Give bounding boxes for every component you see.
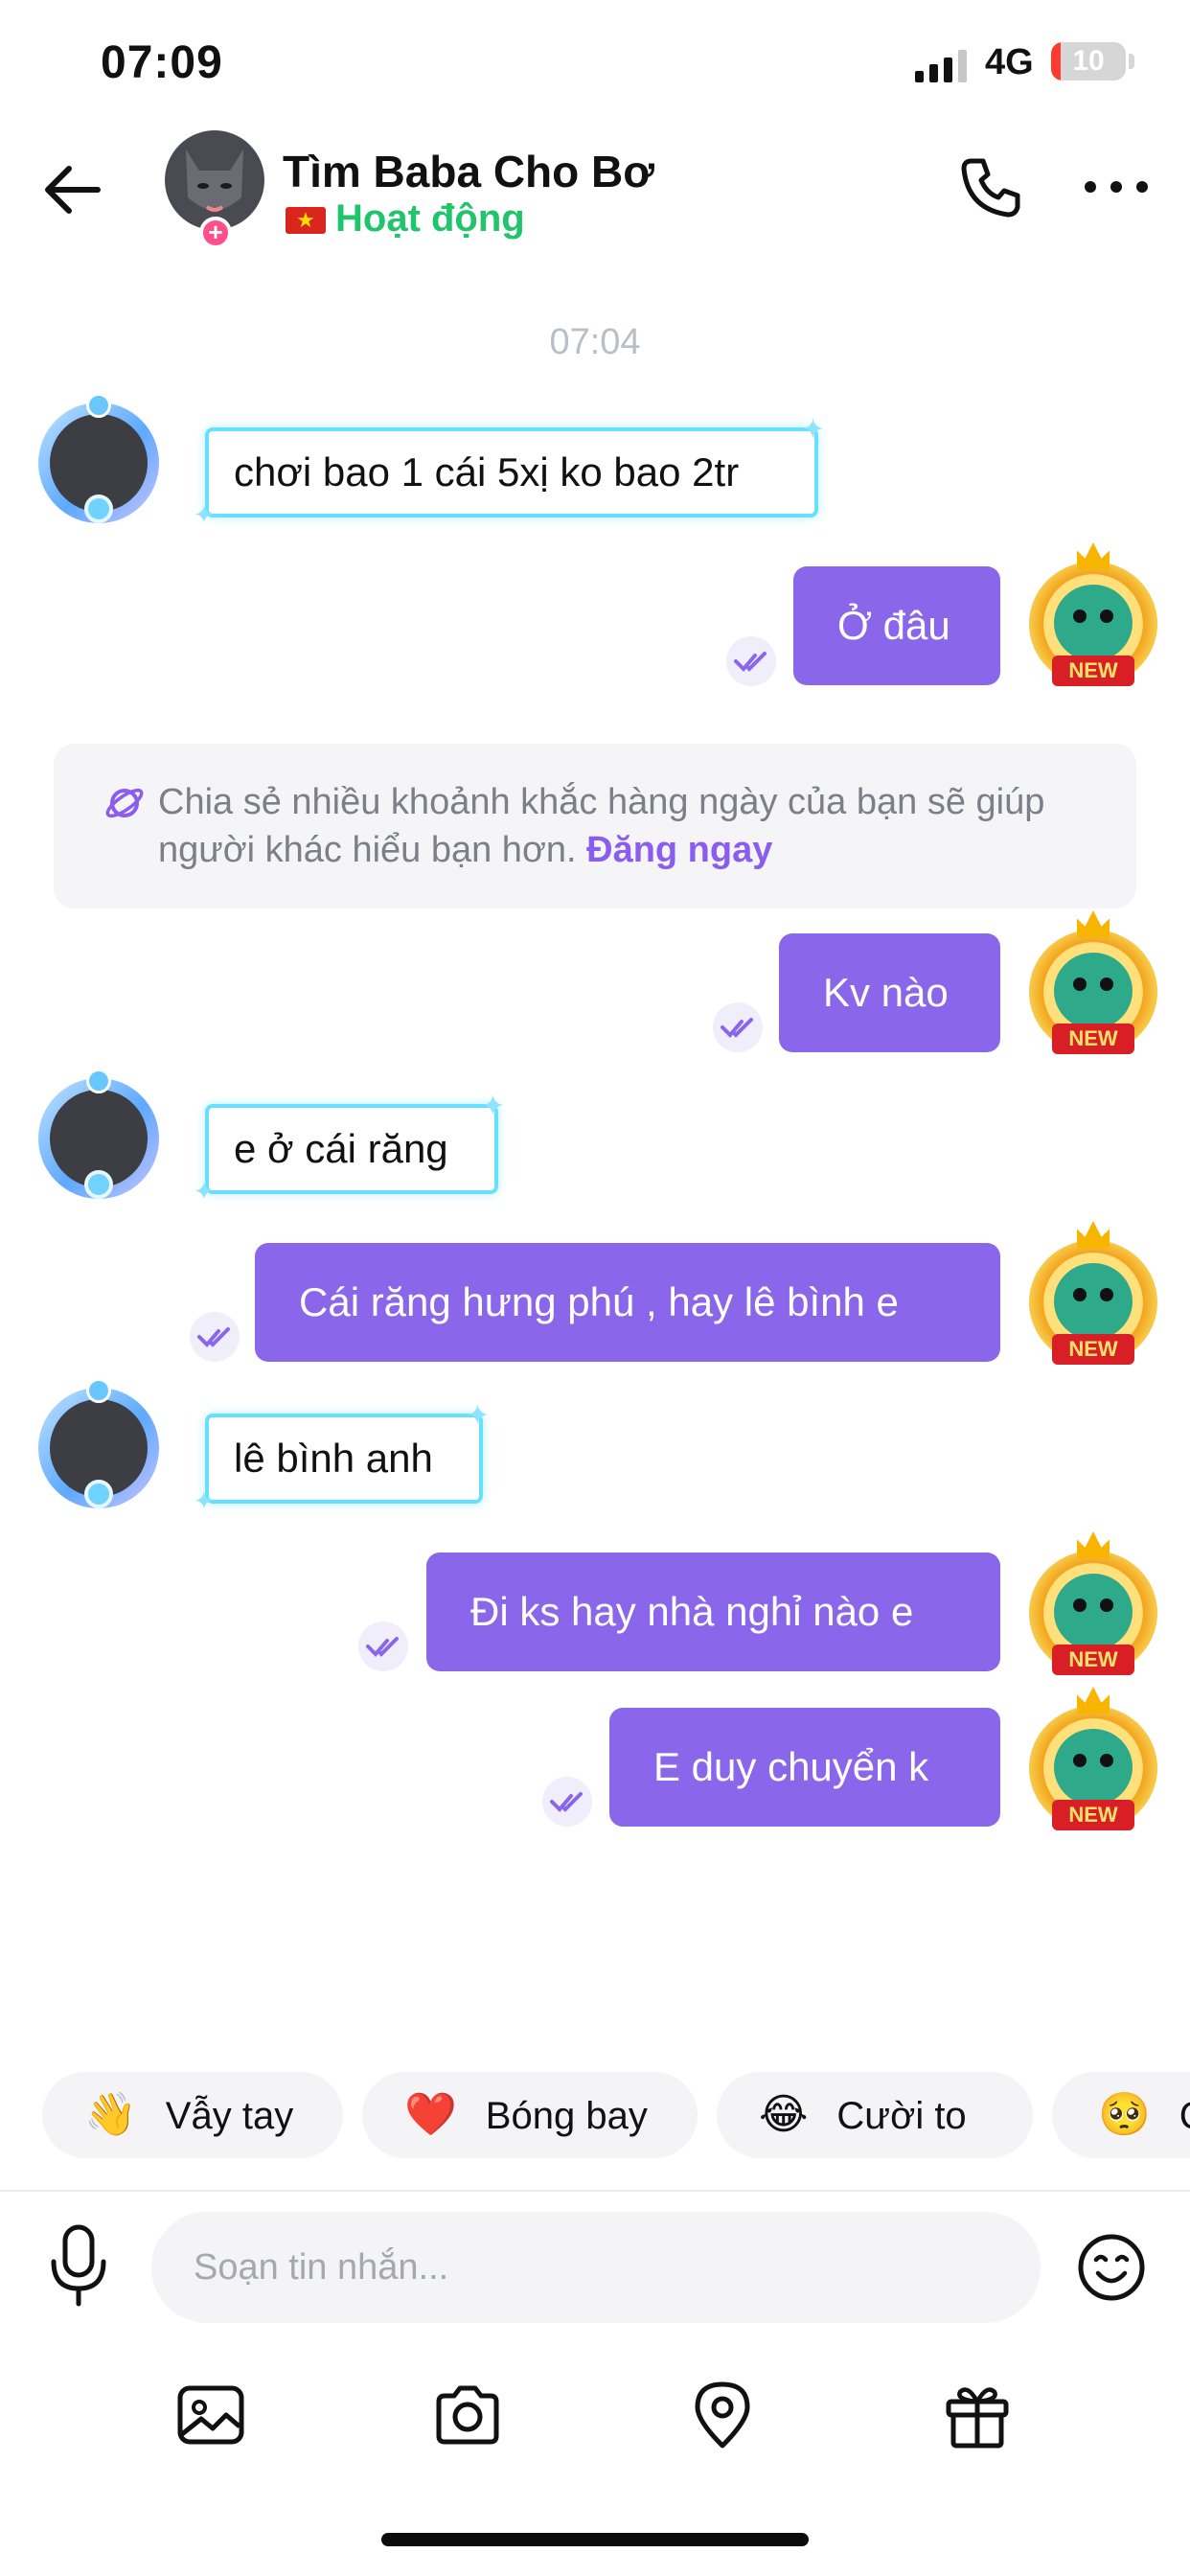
read-receipt-icon	[190, 1312, 240, 1362]
battery-level: 10	[1072, 45, 1105, 77]
battery-icon: 10	[1051, 42, 1126, 80]
quick-reaction-wave[interactable]: 👋 Vẫy tay	[42, 2072, 343, 2158]
message-text: Cái răng hưng phú , hay lê bình e	[299, 1279, 899, 1324]
battery-nub	[1129, 54, 1134, 69]
composer-divider	[0, 2190, 1190, 2192]
planet-icon	[105, 788, 144, 818]
new-badge: NEW	[1052, 1800, 1134, 1830]
post-now-link[interactable]: Đăng ngay	[586, 830, 772, 870]
my-avatar[interactable]: NEW	[1018, 1531, 1169, 1683]
incoming-message[interactable]: chơi bao 1 cái 5xị ko bao 2tr ✦ ✦	[194, 416, 825, 528]
sparkle-decoration-icon: ✦	[481, 1091, 506, 1122]
home-indicator[interactable]	[381, 2533, 809, 2546]
laugh-icon: 😂	[759, 2091, 809, 2138]
outgoing-message[interactable]: Đi ks hay nhà nghỉ nào e	[426, 1552, 1000, 1671]
add-badge-icon: +	[199, 217, 232, 249]
message-text: Kv nào	[823, 970, 949, 1015]
phone-call-icon[interactable]	[958, 153, 1025, 220]
sender-avatar[interactable]	[29, 1378, 169, 1518]
message-text: e ở cái răng	[234, 1126, 448, 1171]
gift-icon[interactable]	[941, 2379, 1014, 2451]
new-badge: NEW	[1052, 656, 1134, 686]
online-status: Hoạt động	[335, 197, 525, 240]
contact-name[interactable]: Tìm Baba Cho Bơ	[283, 146, 654, 197]
sparkle-decoration-icon: ✦	[194, 500, 215, 529]
outgoing-message[interactable]: E duy chuyển k	[609, 1708, 1000, 1827]
my-avatar[interactable]: NEW	[1018, 1221, 1169, 1372]
message-text: Đi ks hay nhà nghỉ nào e	[470, 1589, 914, 1634]
sparkle-decoration-icon: ✦	[194, 1177, 215, 1206]
gallery-image-icon[interactable]	[174, 2379, 247, 2451]
quick-reaction-laugh[interactable]: 😂 Cười to	[717, 2072, 1033, 2158]
quick-reaction-pleading[interactable]: 🥺C	[1052, 2072, 1190, 2158]
wolf-avatar-icon	[186, 150, 243, 212]
contact-avatar[interactable]	[165, 130, 264, 230]
new-badge: NEW	[1052, 1644, 1134, 1675]
sparkle-decoration-icon: ✦	[801, 414, 826, 446]
pleading-face-icon: 🥺	[1098, 2091, 1151, 2138]
emoji-picker-icon[interactable]	[1077, 2233, 1146, 2302]
microphone-icon[interactable]	[46, 2223, 111, 2308]
sender-avatar[interactable]	[29, 1069, 169, 1208]
new-badge: NEW	[1052, 1334, 1134, 1365]
read-receipt-icon	[542, 1777, 592, 1827]
wave-icon: 👋	[84, 2091, 137, 2138]
outgoing-message[interactable]: Ở đâu	[793, 566, 1000, 685]
reaction-label: Bóng bay	[485, 2095, 648, 2137]
sparkle-decoration-icon: ✦	[466, 1400, 491, 1432]
location-pin-icon[interactable]	[686, 2379, 759, 2451]
message-text: chơi bao 1 cái 5xị ko bao 2tr	[234, 449, 740, 494]
read-receipt-icon	[358, 1622, 408, 1671]
more-options-icon[interactable]	[1083, 172, 1150, 201]
read-receipt-icon	[713, 1002, 763, 1052]
outgoing-message[interactable]: Cái răng hưng phú , hay lê bình e	[255, 1243, 1000, 1362]
reaction-label: C	[1179, 2095, 1190, 2137]
message-text: E duy chuyển k	[653, 1744, 929, 1789]
network-type: 4G	[985, 42, 1034, 82]
signal-icon	[915, 50, 967, 82]
incoming-message[interactable]: lê bình anh ✦ ✦	[194, 1402, 490, 1514]
my-avatar[interactable]: NEW	[1018, 910, 1169, 1062]
message-input[interactable]: Soạn tin nhắn...	[151, 2212, 1041, 2323]
message-text: Ở đâu	[837, 603, 950, 648]
sparkle-decoration-icon: ✦	[194, 1486, 215, 1515]
reaction-label: Vẫy tay	[165, 2095, 294, 2137]
sender-avatar[interactable]	[29, 393, 169, 533]
read-receipt-icon	[726, 636, 776, 686]
outgoing-message[interactable]: Kv nào	[779, 933, 1000, 1052]
my-avatar[interactable]: NEW	[1018, 1687, 1169, 1838]
new-badge: NEW	[1052, 1024, 1134, 1054]
message-text: lê bình anh	[234, 1436, 433, 1481]
chat-timestamp: 07:04	[549, 322, 641, 362]
quick-reaction-balloon[interactable]: ❤️ Bóng bay	[362, 2072, 698, 2158]
my-avatar[interactable]: NEW	[1018, 542, 1169, 694]
back-arrow-icon[interactable]	[38, 161, 105, 218]
camera-icon[interactable]	[431, 2379, 504, 2451]
status-time: 07:09	[101, 37, 223, 88]
reaction-label: Cười to	[836, 2095, 967, 2137]
vietnam-flag-icon: ★	[286, 207, 326, 234]
share-tip-text: Chia sẻ nhiều khoảnh khắc hàng ngày của …	[158, 778, 1097, 874]
heart-icon: ❤️	[404, 2091, 457, 2138]
incoming-message[interactable]: e ở cái răng ✦ ✦	[194, 1092, 505, 1205]
